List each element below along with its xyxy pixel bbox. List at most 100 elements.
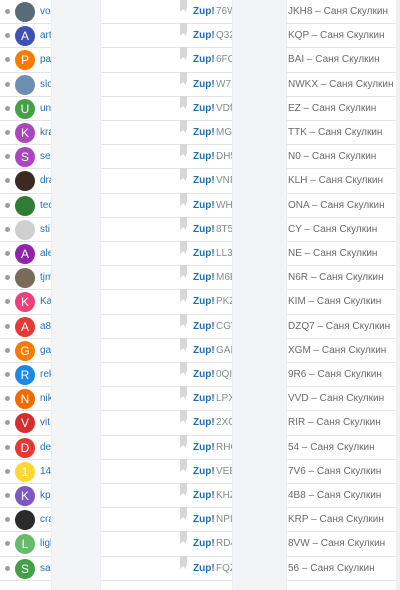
bookmark-icon[interactable] xyxy=(180,386,187,400)
code-owner-text: 9R6 – Саня Скулкин xyxy=(288,369,382,380)
zup-link[interactable]: Zup! xyxy=(193,0,215,24)
redaction-block-code xyxy=(232,0,287,590)
avatar: U xyxy=(15,98,35,119)
avatar: G xyxy=(15,340,35,361)
zup-link[interactable]: Zup! xyxy=(193,315,215,339)
bookmark-icon[interactable] xyxy=(180,483,187,496)
code-owner-text: NWKX – Саня Скулкин xyxy=(288,78,394,90)
code-prefix: 8T5 xyxy=(216,223,234,235)
code-owner-text: 7V6 – Саня Скулкин xyxy=(288,465,382,477)
bookmark-icon[interactable] xyxy=(180,23,187,37)
unread-dot-icon xyxy=(5,57,10,63)
email-link[interactable]: vo xyxy=(40,0,51,24)
avatar: D xyxy=(15,437,35,458)
zup-link[interactable]: Zup! xyxy=(193,218,215,242)
photo-game-icon xyxy=(15,195,35,216)
bookmark-icon[interactable] xyxy=(180,216,187,230)
zup-link[interactable]: Zup! xyxy=(193,363,215,387)
unread-dot-icon xyxy=(5,130,10,135)
bookmark-icon[interactable] xyxy=(180,0,187,12)
zup-link[interactable]: Zup! xyxy=(193,532,215,556)
code-prefix: 0QI xyxy=(216,369,233,380)
avatar: S xyxy=(15,558,35,579)
redaction-block-email xyxy=(51,0,101,590)
zup-link[interactable]: Zup! xyxy=(193,242,215,266)
zup-link[interactable]: Zup! xyxy=(193,557,215,581)
bookmark-icon[interactable] xyxy=(180,47,187,61)
code-owner-text: KQP – Саня Скулкин xyxy=(288,30,385,42)
unread-dot-icon xyxy=(5,541,10,547)
avatar: L xyxy=(15,534,35,555)
avatar: A xyxy=(15,316,35,337)
bookmark-icon[interactable] xyxy=(180,434,187,448)
bookmark-icon[interactable] xyxy=(180,507,187,521)
zup-link[interactable]: Zup! xyxy=(193,24,215,48)
bookmark-icon[interactable] xyxy=(180,337,187,351)
bookmark-icon[interactable] xyxy=(180,120,187,133)
bookmark-icon[interactable] xyxy=(180,144,187,158)
code-owner-text: DZQ7 – Саня Скулкин xyxy=(288,320,391,332)
zup-link[interactable]: Zup! xyxy=(193,290,215,314)
zup-link[interactable]: Zup! xyxy=(193,460,215,484)
code-owner-text: NE – Саня Скулкин xyxy=(288,248,378,259)
unread-dot-icon xyxy=(5,396,10,402)
code-owner-text: KRP – Саня Скулкин xyxy=(288,514,384,526)
bookmark-icon[interactable] xyxy=(180,168,187,182)
unread-dot-icon xyxy=(5,323,10,329)
zup-link[interactable]: Zup! xyxy=(193,266,215,290)
bookmark-icon[interactable] xyxy=(180,265,187,279)
unread-dot-icon xyxy=(5,81,10,87)
zup-link[interactable]: Zup! xyxy=(193,387,215,411)
zup-link[interactable]: Zup! xyxy=(193,73,215,97)
zup-link[interactable]: Zup! xyxy=(193,484,215,508)
avatar: 1 xyxy=(15,461,35,482)
unread-dot-icon xyxy=(5,202,10,208)
zup-link[interactable]: Zup! xyxy=(193,436,215,460)
code-prefix: GAI xyxy=(216,344,234,356)
code-owner-text: EZ – Саня Скулкин xyxy=(288,102,377,114)
code-owner-text: JKH8 – Саня Скулкин xyxy=(288,6,388,17)
bookmark-icon[interactable] xyxy=(180,95,187,109)
code-owner-text: BAI – Саня Скулкин xyxy=(288,54,380,66)
zup-link[interactable]: Zup! xyxy=(193,339,215,363)
code-owner-text: N6R – Саня Скулкин xyxy=(288,272,384,284)
zup-link[interactable]: Zup! xyxy=(193,508,215,532)
code-owner-text: KIM – Саня Скулкин xyxy=(288,296,382,308)
zup-link[interactable]: Zup! xyxy=(193,169,215,193)
zup-link[interactable]: Zup! xyxy=(193,48,215,72)
photo-portrait-icon xyxy=(15,2,35,22)
bookmark-icon[interactable] xyxy=(180,410,187,424)
avatar: A xyxy=(15,26,35,47)
bookmark-icon[interactable] xyxy=(180,289,187,303)
code-owner-text: VVD – Саня Скулкин xyxy=(288,393,385,405)
code-owner-text: 56 – Саня Скулкин xyxy=(288,562,375,574)
code-prefix: LL3 xyxy=(216,248,233,259)
scrollbar-track[interactable] xyxy=(396,0,400,590)
code-owner-text: RIR – Саня Скулкин xyxy=(288,417,381,429)
bookmark-icon[interactable] xyxy=(180,71,187,85)
avatar: R xyxy=(15,365,35,385)
unread-dot-icon xyxy=(5,154,10,160)
zup-link[interactable]: Zup! xyxy=(193,411,215,435)
unread-dot-icon xyxy=(5,517,10,523)
bookmark-icon[interactable] xyxy=(180,192,187,206)
code-owner-text: KLH – Саня Скулкин xyxy=(288,175,383,187)
code-prefix: MG xyxy=(216,127,233,138)
code-prefix: WH xyxy=(216,199,233,211)
unread-dot-icon xyxy=(5,468,10,474)
bookmark-icon[interactable] xyxy=(180,458,187,472)
zup-link[interactable]: Zup! xyxy=(193,97,215,121)
bookmark-icon[interactable] xyxy=(180,555,187,569)
bookmark-icon[interactable] xyxy=(180,362,187,375)
zup-link[interactable]: Zup! xyxy=(193,145,215,169)
code-owner-text: TTK – Саня Скулкин xyxy=(288,127,383,138)
avatar: K xyxy=(15,486,35,506)
bookmark-icon[interactable] xyxy=(180,241,187,254)
email-link[interactable]: sti xyxy=(40,218,50,242)
zup-link[interactable]: Zup! xyxy=(193,194,215,218)
bookmark-icon[interactable] xyxy=(180,313,187,327)
bookmark-icon[interactable] xyxy=(180,531,187,545)
code-prefix: VDf xyxy=(216,102,233,114)
zup-link[interactable]: Zup! xyxy=(193,121,215,145)
code-owner-text: CY – Саня Скулкин xyxy=(288,223,378,235)
